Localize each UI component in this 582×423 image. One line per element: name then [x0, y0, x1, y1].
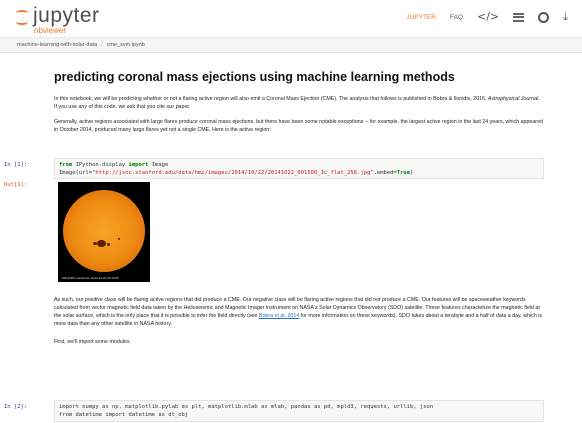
view-code-icon[interactable]: </>: [477, 10, 499, 24]
code-cell-1[interactable]: from IPython.display import Image Image(…: [54, 158, 544, 179]
solar-image: SDO/HMI Continuum 2014-10-22 00:15:00: [58, 182, 150, 282]
code-cell-2[interactable]: import numpy as np, matplotlib.pylab as …: [54, 400, 544, 422]
input-prompt-1: In [1]:: [4, 162, 28, 168]
notebook-title: predicting coronal mass ejections using …: [54, 70, 455, 84]
nav-faq-link[interactable]: FAQ: [450, 10, 463, 24]
body-paragraph-1: As such, our positive class will be flar…: [54, 297, 543, 327]
list-view-icon[interactable]: [513, 12, 525, 22]
image-caption: SDO/HMI Continuum 2014-10-22 00:15:00: [62, 276, 119, 280]
github-icon[interactable]: [538, 11, 550, 23]
code-line-2: from datetime import datetime as dt_obj: [59, 412, 189, 418]
nav-menu: JUPYTER FAQ </> ⤓: [392, 10, 568, 24]
bobra-2014-link[interactable]: Bobra et al. 2014: [259, 313, 299, 319]
sunspot: [107, 243, 110, 246]
notebook-body: As such, our positive class will be flar…: [54, 296, 544, 353]
breadcrumb-item-file[interactable]: cme_svm.ipynb: [107, 42, 145, 48]
body-paragraph-2: First, we'll import some modules.: [54, 339, 131, 345]
logo-name: jupyter: [33, 4, 100, 27]
code-line-1: import numpy as np, matplotlib.pylab as …: [59, 404, 434, 410]
sunspot: [97, 240, 106, 247]
breadcrumb-separator: /: [101, 42, 103, 48]
top-navbar: jupyter nbviewer JUPYTER FAQ </> ⤓: [0, 0, 582, 36]
breadcrumb-item-repo[interactable]: machine-learning-with-solar-data: [17, 42, 97, 48]
nav-jupyter-link[interactable]: JUPYTER: [406, 10, 436, 24]
sunspot: [93, 242, 97, 245]
intro-paragraph-1: In this notebook, we will be predicting …: [54, 96, 540, 110]
breadcrumb: machine-learning-with-solar-data / cme_svm…: [0, 37, 582, 53]
output-prompt-1: Out[1]:: [4, 182, 28, 188]
intro-paragraph-2: Generally, active regions associated wit…: [54, 119, 543, 133]
logo-subtitle: nbviewer: [34, 26, 67, 35]
notebook-content: predicting coronal mass ejections using …: [54, 70, 544, 141]
sun-disk: [63, 190, 145, 272]
jupyter-logo-icon: [16, 8, 30, 26]
input-prompt-2: In [2]:: [4, 404, 28, 410]
jupyter-logo[interactable]: jupyter nbviewer: [16, 5, 100, 35]
sunspot: [118, 238, 120, 240]
download-icon[interactable]: ⤓: [563, 10, 568, 24]
